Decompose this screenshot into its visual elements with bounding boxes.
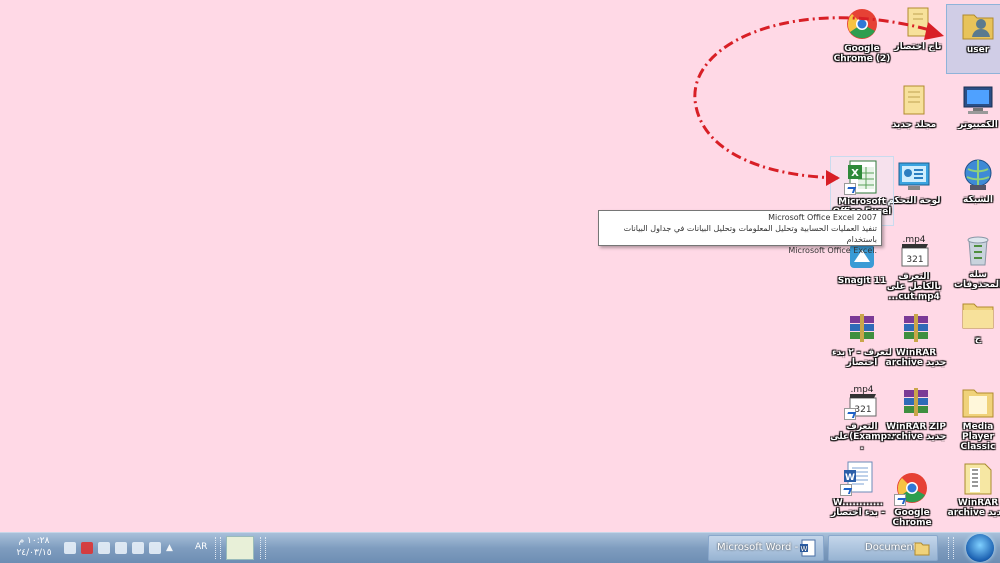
desktop-icon-label: WinRAR archive جديد <box>947 498 1000 518</box>
tooltip-description: تنفيذ العمليات الحسابية وتحليل المعلومات… <box>623 224 877 244</box>
control-panel-icon <box>896 158 932 194</box>
excel-icon: X <box>844 159 880 195</box>
desktop-icon-chrome-2[interactable]: Google Chrome (2) <box>830 4 894 74</box>
language-indicator[interactable]: AR <box>195 542 207 552</box>
folder-icon <box>960 296 996 332</box>
desktop-icon-word-doc[interactable]: W W............ بدء اختصار - <box>826 458 890 528</box>
tooltip-app-name: Microsoft Office Excel. <box>788 246 877 255</box>
chrome-icon <box>894 470 930 506</box>
desktop-icon-new-folder[interactable]: مجلد جديد <box>882 80 946 150</box>
desktop-icon-label: Media Player Classic <box>960 422 996 452</box>
desktop-icon-mp4-shortcut[interactable]: 321 .mp4 التعرف على(Examp... <box>830 382 894 452</box>
battery-icon[interactable] <box>81 542 93 554</box>
desktop-icon-label: مجلد جديد <box>891 120 937 130</box>
svg-text:.mp4: .mp4 <box>850 385 873 395</box>
desktop: user الكمبيوتر الشبكة سلة المحذوفات ج Me… <box>0 0 1000 532</box>
desktop-icon-recycle-bin[interactable]: سلة المحذوفات <box>946 230 1000 300</box>
toolbar-grip[interactable] <box>260 537 266 559</box>
mp4-icon: 321 .mp4 <box>844 384 880 420</box>
desktop-icon-network[interactable]: الشبكة <box>946 155 1000 225</box>
word-doc-icon: W <box>840 460 876 496</box>
computer-icon <box>960 82 996 118</box>
shortcut-arrow-icon <box>894 494 906 506</box>
winrar-icon <box>898 310 934 346</box>
desktop-icon-label: لتعرف - ٢ بدء اختصار <box>831 348 892 368</box>
desktop-icon-label: Snagit 11 <box>837 276 887 286</box>
excel-tooltip: Microsoft Office Excel 2007 تنفيذ العملي… <box>598 210 882 255</box>
taskbar-button-documents[interactable]: Documents <box>828 535 938 561</box>
svg-text:321: 321 <box>906 255 923 265</box>
shortcut-arrow-icon <box>840 484 852 496</box>
network-icon <box>960 157 996 193</box>
winrar-icon <box>844 310 880 346</box>
tooltip-title: Microsoft Office Excel 2007 <box>768 213 877 222</box>
desktop-icon-label: W............ بدء اختصار - <box>831 498 885 518</box>
desktop-icon-folder[interactable]: ج <box>946 294 1000 364</box>
shortcut-arrow-icon <box>844 408 856 420</box>
folder-icon <box>914 542 930 556</box>
desktop-icon-label: الكمبيوتر <box>958 120 998 130</box>
clock-time: ١٠:٢٨ م <box>18 536 50 546</box>
winrar-icon <box>960 460 996 496</box>
network-tray-icon[interactable] <box>132 542 144 554</box>
desktop-icon-shortcut-folder[interactable]: تاج اختصار <box>886 2 950 72</box>
desktop-icon-user[interactable]: user <box>946 4 1000 74</box>
folder-icon <box>900 4 936 40</box>
signal-icon[interactable] <box>64 542 76 554</box>
volume-icon[interactable] <box>98 542 110 554</box>
svg-text:321: 321 <box>854 405 871 415</box>
desktop-icon-label: ج <box>974 334 982 344</box>
taskbar-button-word[interactable]: Microsoft Word - ... W <box>708 535 824 561</box>
desktop-icon-label: تاج اختصار <box>894 42 942 52</box>
desktop-icon-label: التعرف على(Examp... <box>830 422 894 452</box>
desktop-icon-label: الشبكة <box>963 195 993 205</box>
toolbar-grip[interactable] <box>215 537 221 559</box>
svg-text:W: W <box>845 473 855 483</box>
svg-text:.mp4: .mp4 <box>902 235 925 245</box>
chrome-icon <box>844 6 880 42</box>
taskbar: ١٠:٢٨ م ٢٤/٠٣/١٥ ▲ AR Microsoft Word - .… <box>0 532 1000 563</box>
chevron-up-icon[interactable]: ▲ <box>166 542 174 554</box>
desktop-icon-computer[interactable]: الكمبيوتر <box>946 80 1000 150</box>
keyboard-icon[interactable] <box>149 542 161 554</box>
start-button[interactable] <box>966 534 994 562</box>
svg-text:X: X <box>851 168 859 179</box>
desktop-icon-label: سلة المحذوفات <box>953 270 1000 290</box>
recycle-bin-icon <box>960 232 996 268</box>
user-folder-icon <box>960 7 996 43</box>
task-label: Microsoft Word - ... <box>717 542 811 553</box>
desktop-icon-winrar-new[interactable]: WinRAR archive جديد <box>946 458 1000 528</box>
clock-date: ٢٤/٠٣/١٥ <box>16 548 52 558</box>
desktop-icon-label: user <box>966 45 990 55</box>
svg-text:W: W <box>801 545 808 553</box>
winrar-icon <box>898 384 934 420</box>
clock[interactable]: ١٠:٢٨ م ٢٤/٠٣/١٥ <box>12 535 56 559</box>
shortcut-arrow-icon <box>844 183 856 195</box>
word-icon: W <box>800 539 816 557</box>
folder-icon <box>960 384 996 420</box>
flag-icon[interactable] <box>115 542 127 554</box>
desktop-icon-label: Google Chrome (2) <box>833 44 891 64</box>
desktop-icon-winrar-shortcut[interactable]: لتعرف - ٢ بدء اختصار <box>830 308 894 378</box>
mp4-icon: 321 .mp4 <box>896 234 932 270</box>
folder-icon <box>896 82 932 118</box>
system-tray: ▲ <box>64 541 174 555</box>
toolbar-grip[interactable] <box>948 537 954 559</box>
quick-launch-icon[interactable] <box>226 536 254 560</box>
desktop-icon-media-player[interactable]: Media Player Classic <box>946 382 1000 452</box>
